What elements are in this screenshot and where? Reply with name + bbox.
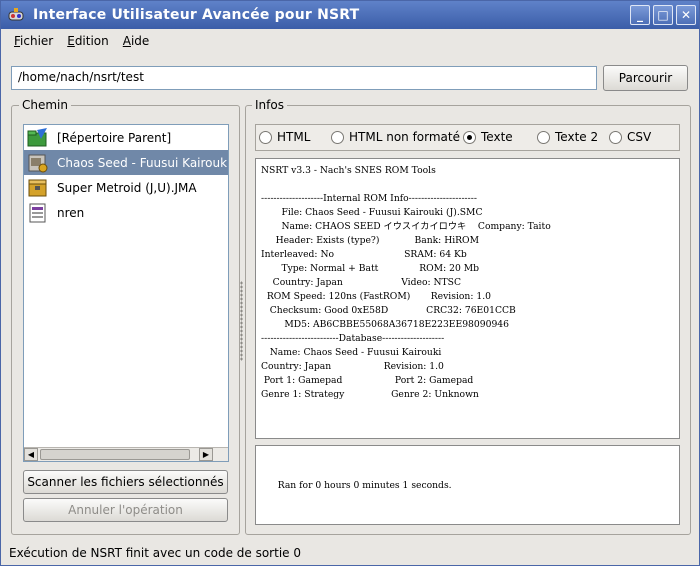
format-option-html[interactable]: HTML [259, 130, 310, 144]
menu-edition-label: dition [74, 34, 109, 48]
list-item-label: nren [57, 205, 85, 220]
horizontal-scrollbar[interactable]: ◀ ▶ [24, 447, 228, 461]
file-list[interactable]: [Répertoire Parent] Chaos Seed - Fuusui … [23, 124, 229, 462]
output-format-selector: HTML HTML non formaté Texte Texte 2 CSV [255, 124, 680, 151]
menu-edition[interactable]: Edition [60, 34, 116, 48]
rom-file-icon [28, 154, 48, 172]
cancel-operation-button[interactable]: Annuler l'opération [23, 498, 228, 522]
scroll-left-icon: ◀ [27, 450, 35, 459]
execution-log[interactable]: Ran for 0 hours 0 minutes 1 seconds. [255, 445, 680, 525]
output-line: Genre 1: Strategy Genre 2: Unknown [261, 389, 479, 400]
format-option-label: HTML non formaté [349, 130, 460, 144]
rom-info-output[interactable]: NSRT v3.3 - Nach's SNES ROM Tools ------… [255, 158, 680, 439]
output-line: Interleaved: No SRAM: 64 Kb [261, 249, 467, 260]
execution-log-text: Ran for 0 hours 0 minutes 1 seconds. [277, 480, 452, 491]
list-item-label: Super Metroid (J,U).JMA [57, 180, 197, 195]
output-line: Name: Chaos Seed - Fuusui Kairouki [261, 347, 442, 358]
output-line: Header: Exists (type?) Bank: HiROM [261, 235, 480, 246]
format-option-csv[interactable]: CSV [609, 130, 651, 144]
output-line: File: Chaos Seed - Fuusui Kairouki (J).S… [261, 207, 483, 218]
list-item[interactable]: Super Metroid (J,U).JMA [24, 175, 228, 200]
close-icon: ✕ [680, 8, 692, 22]
title-bar[interactable]: Interface Utilisateur Avancée pour NSRT … [1, 1, 699, 29]
browse-button-label: Parcourir [618, 71, 673, 85]
radio-html[interactable] [259, 130, 272, 144]
output-line: Port 1: Gamepad Port 2: Gamepad [261, 375, 474, 386]
format-option-label: Texte 2 [555, 130, 599, 144]
menu-fichier-label: ichier [20, 34, 54, 48]
output-line: NSRT v3.3 - Nach's SNES ROM Tools [261, 165, 436, 176]
output-line: Checksum: Good 0xE58D CRC32: 76E01CCB [261, 305, 516, 316]
output-line: Type: Normal + Batt ROM: 20 Mb [261, 263, 479, 274]
format-option-label: HTML [277, 130, 311, 144]
radio-texte[interactable] [463, 130, 476, 144]
infos-group-title: Infos [252, 98, 287, 112]
output-line: Country: Japan Video: NTSC [261, 277, 461, 288]
format-option-label: CSV [627, 130, 652, 144]
radio-texte2[interactable] [537, 130, 550, 144]
output-line: -------------------------Database-------… [261, 333, 445, 344]
scan-button[interactable]: Scanner les fichiers sélectionnés [23, 470, 228, 494]
app-icon [8, 8, 24, 21]
archive-file-icon [28, 179, 47, 196]
format-option-texte[interactable]: Texte [463, 130, 513, 144]
status-bar-text: Exécution de NSRT finit avec un code de … [9, 546, 301, 560]
output-line: Country: Japan Revision: 1.0 [261, 361, 444, 372]
list-item[interactable]: [Répertoire Parent] [24, 125, 228, 150]
format-option-html-raw[interactable]: HTML non formaté [331, 130, 460, 144]
output-line: Name: CHAOS SEED イウスイカイロウキ Company: Tait… [261, 221, 551, 232]
radio-csv[interactable] [609, 130, 622, 144]
chemin-group-title: Chemin [19, 98, 71, 112]
output-line: --------------------Internal ROM Info---… [261, 193, 477, 204]
folder-up-icon [27, 127, 47, 146]
browse-button[interactable]: Parcourir [603, 65, 688, 91]
menu-fichier[interactable]: Fichier [7, 34, 60, 48]
list-item[interactable]: Chaos Seed - Fuusui Kairouki [24, 150, 228, 175]
scroll-right-icon: ▶ [202, 450, 210, 459]
window-title: Interface Utilisateur Avancée pour NSRT [33, 7, 360, 23]
panel-splitter-handle[interactable] [240, 281, 243, 361]
radio-html-raw[interactable] [331, 130, 344, 144]
text-file-icon [29, 203, 46, 222]
menu-aide[interactable]: Aide [116, 34, 157, 48]
list-item-label: Chaos Seed - Fuusui Kairouki [57, 155, 229, 170]
menu-edition-mnemonic: E [67, 34, 75, 48]
menu-bar: Fichier Edition Aide [1, 29, 699, 53]
list-item-label: [Répertoire Parent] [57, 130, 172, 145]
menu-aide-mnemonic: A [122, 34, 131, 48]
maximize-icon: □ [657, 8, 669, 22]
output-line: MD5: AB6CBBE55068A36718E223EE98090946 [261, 319, 509, 330]
output-line: ROM Speed: 120ns (FastROM) Revision: 1.0 [261, 291, 491, 302]
format-option-texte2[interactable]: Texte 2 [537, 130, 598, 144]
menu-aide-label: ide [130, 34, 150, 48]
close-button[interactable]: ✕ [676, 5, 696, 25]
main-window: Interface Utilisateur Avancée pour NSRT … [0, 0, 700, 566]
maximize-button[interactable]: □ [653, 5, 673, 25]
path-input[interactable]: /home/nach/nsrt/test [11, 66, 597, 90]
format-option-label: Texte [481, 130, 513, 144]
minimize-button[interactable]: _ [630, 5, 650, 25]
list-item[interactable]: nren [24, 200, 228, 225]
scroll-left-button[interactable]: ◀ [24, 448, 38, 461]
minimize-icon: _ [637, 8, 643, 22]
scrollbar-thumb[interactable] [40, 449, 190, 460]
scroll-right-button[interactable]: ▶ [199, 448, 213, 461]
scan-button-label: Scanner les fichiers sélectionnés [27, 475, 224, 489]
cancel-operation-label: Annuler l'opération [68, 503, 183, 517]
